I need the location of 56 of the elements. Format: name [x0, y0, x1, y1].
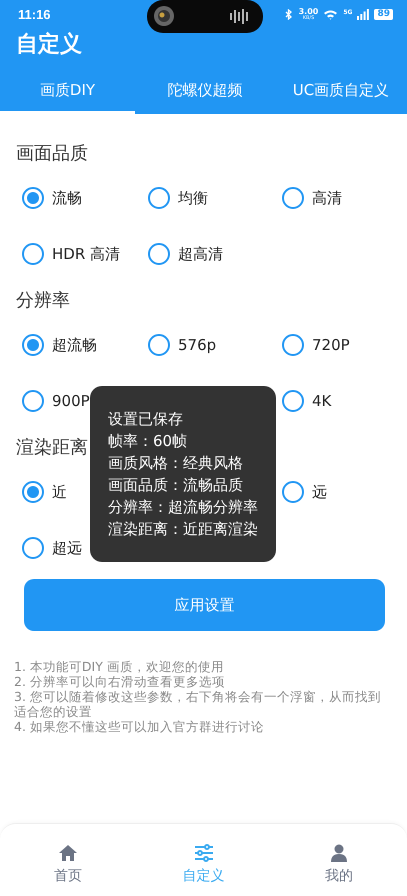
- option-label: 4K: [312, 392, 332, 410]
- radio-button[interactable]: [22, 537, 44, 559]
- tab[interactable]: 陀螺仪超频: [135, 70, 275, 114]
- option-label: 超高清: [178, 244, 223, 264]
- radio-button[interactable]: [282, 390, 304, 412]
- option-label: 720P: [312, 336, 350, 354]
- option-label: 900P: [52, 392, 90, 410]
- tab[interactable]: UC画质自定义: [275, 70, 407, 114]
- toast-line: 画质风格：经典风格: [108, 453, 244, 474]
- radio-button[interactable]: [22, 187, 44, 209]
- section-title: 画面品质: [16, 142, 88, 166]
- section-title: 渲染距离: [16, 436, 88, 460]
- nav-tab[interactable]: 首页: [0, 824, 136, 896]
- wifi-icon: [323, 8, 338, 20]
- radio-button[interactable]: [282, 187, 304, 209]
- radio-button[interactable]: [22, 481, 44, 503]
- radio-button[interactable]: [22, 390, 44, 412]
- option-label: 均衡: [178, 188, 208, 208]
- option-label: HDR 高清: [52, 244, 120, 264]
- option-label: 高清: [312, 188, 342, 208]
- toast-line: 设置已保存: [108, 409, 184, 430]
- home-icon: [58, 844, 78, 862]
- bluetooth-icon: [284, 8, 294, 20]
- radio-button[interactable]: [22, 334, 44, 356]
- radio-button[interactable]: [148, 187, 170, 209]
- battery-level: 89: [374, 8, 393, 20]
- toast-line: 帧率：60帧: [108, 431, 188, 452]
- help-note: 1. 本功能可DIY 画质，欢迎您的使用: [14, 659, 225, 674]
- option-label: 远: [312, 482, 327, 502]
- nav-tab[interactable]: 我的: [271, 824, 407, 896]
- option-label: 超远: [52, 538, 82, 558]
- toast-line: 分辨率：超流畅分辨率: [108, 497, 258, 518]
- person-icon: [330, 844, 348, 862]
- help-note: 4. 如果您不懂这些可以加入官方群进行讨论: [14, 719, 265, 734]
- help-note: 3. 您可以随着修改这些参数，右下角将会有一个浮窗，从而找到适合您的设置: [14, 689, 382, 719]
- status-time: 11:16: [18, 6, 51, 22]
- radio-button[interactable]: [282, 334, 304, 356]
- radio-button[interactable]: [148, 243, 170, 265]
- signal-icon: [357, 8, 370, 20]
- option-label: 超流畅: [52, 336, 97, 354]
- apply-settings-button[interactable]: 应用设置: [24, 579, 385, 631]
- option-label: 近: [52, 482, 67, 502]
- option-label: 576p: [178, 336, 216, 354]
- sliders-icon: [194, 844, 214, 862]
- network-speed: 3.00: [298, 8, 318, 16]
- radio-button[interactable]: [282, 481, 304, 503]
- toast-line: 画面品质：流畅品质: [108, 475, 244, 496]
- nav-tab[interactable]: 自定义: [136, 824, 272, 896]
- option-label: 流畅: [52, 188, 82, 208]
- app-title: 自定义: [15, 30, 83, 59]
- radio-button[interactable]: [148, 334, 170, 356]
- help-note: 2. 分辨率可以向右滑动查看更多选项: [14, 674, 226, 689]
- tab[interactable]: 画质DIY: [0, 70, 135, 114]
- section-title: 分辨率: [16, 289, 70, 313]
- toast-line: 渲染距离：近距离渲染: [108, 519, 258, 540]
- radio-button[interactable]: [22, 243, 44, 265]
